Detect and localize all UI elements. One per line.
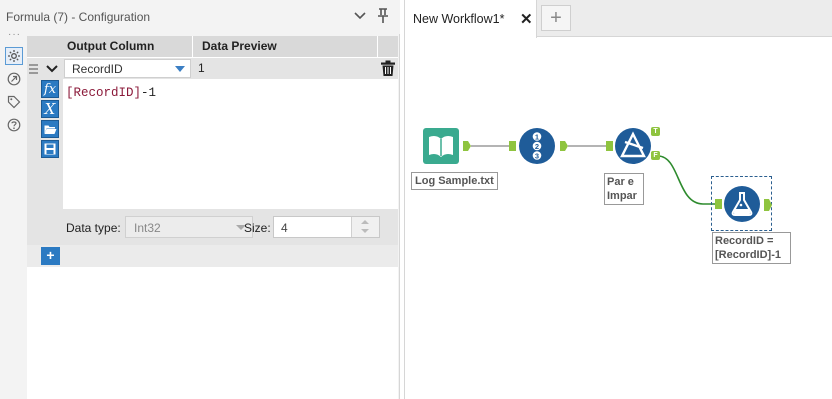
- false-anchor[interactable]: F: [651, 151, 660, 160]
- config-header: Formula (7) - Configuration: [0, 0, 400, 34]
- formula-row[interactable]: RecordID 1: [27, 57, 398, 79]
- data-type-row: Data type: Int32 Size: 4: [27, 209, 398, 245]
- spin-down-icon[interactable]: [361, 229, 369, 233]
- configuration-panel: Formula (7) - Configuration ··· Output C…: [0, 0, 400, 399]
- filter-tool-label: Par e Impar: [604, 173, 644, 205]
- variable-icon[interactable]: X: [41, 100, 59, 118]
- pin-icon[interactable]: [375, 8, 391, 24]
- data-preview-header: Data Preview: [202, 39, 277, 53]
- trash-icon[interactable]: [380, 60, 396, 77]
- app-root: Formula (7) - Configuration ··· Output C…: [0, 0, 832, 399]
- recordid-tool[interactable]: 1 2 3: [518, 127, 556, 165]
- size-stepper[interactable]: 4: [273, 216, 380, 238]
- input-tool-label: Log Sample.txt: [411, 172, 498, 190]
- add-formula-button[interactable]: +: [41, 247, 60, 265]
- config-title: Formula (7) - Configuration: [6, 10, 151, 24]
- help-icon[interactable]: [5, 116, 23, 134]
- workflow-canvas[interactable]: New Workflow1* ✕ + Log Sample.txt 1 2 3 …: [404, 0, 832, 399]
- function-icon[interactable]: fx: [41, 80, 59, 98]
- spin-buttons[interactable]: [351, 217, 379, 237]
- input-anchor-icon[interactable]: [715, 199, 722, 209]
- annotation-icon[interactable]: [5, 70, 23, 88]
- header-separator: [377, 36, 378, 57]
- data-type-label: Data type:: [66, 221, 121, 235]
- expression-text: [RecordID]-1: [66, 86, 156, 100]
- book-icon: [423, 128, 459, 164]
- true-anchor[interactable]: T: [651, 127, 660, 136]
- data-type-value: Int32: [134, 221, 161, 235]
- output-column-value: RecordID: [72, 62, 123, 76]
- grid-header: Output Column Data Preview: [27, 36, 398, 57]
- configuration-icon[interactable]: [5, 47, 23, 65]
- output-anchor-icon[interactable]: [560, 141, 568, 151]
- output-anchor-icon[interactable]: [463, 141, 471, 151]
- rail-dots: ···: [8, 29, 21, 40]
- open-folder-icon[interactable]: [41, 120, 59, 138]
- data-type-select[interactable]: Int32: [125, 216, 253, 238]
- dropdown-arrow-icon: [175, 66, 185, 72]
- expression-editor[interactable]: [RecordID]-1: [63, 79, 398, 209]
- expression-number: 1: [148, 86, 157, 100]
- collapse-chevron-icon[interactable]: [41, 58, 63, 80]
- input-anchor-icon[interactable]: [509, 141, 516, 151]
- header-separator: [192, 36, 193, 57]
- formula-tool[interactable]: [723, 185, 761, 223]
- svg-text:1: 1: [535, 132, 539, 141]
- flask-icon: [724, 186, 760, 222]
- drag-handle-icon[interactable]: [27, 58, 40, 80]
- data-preview-value: 1: [198, 61, 205, 75]
- spin-up-icon[interactable]: [361, 220, 369, 224]
- filter-icon: [615, 128, 651, 164]
- size-value: 4: [281, 221, 288, 235]
- formula-toolbar: fx X: [27, 79, 63, 209]
- numbered-list-icon: 1 2 3: [519, 128, 555, 164]
- filter-tool[interactable]: [614, 127, 652, 165]
- input-tool[interactable]: [423, 128, 459, 164]
- expression-field: [RecordID]: [66, 86, 142, 100]
- chevron-down-icon[interactable]: [352, 8, 368, 24]
- formula-grid: Output Column Data Preview RecordID 1 fx…: [27, 36, 398, 399]
- output-anchor-icon[interactable]: [764, 199, 772, 211]
- expression-operator: -: [141, 86, 149, 100]
- output-column-header: Output Column: [67, 39, 155, 53]
- tag-icon[interactable]: [5, 93, 23, 111]
- save-icon[interactable]: [41, 140, 59, 158]
- side-rail: ···: [0, 29, 26, 399]
- output-column-select[interactable]: RecordID: [64, 59, 191, 78]
- svg-text:2: 2: [535, 142, 539, 151]
- formula-tool-label: RecordID = [RecordID]-1: [712, 232, 791, 264]
- size-label: Size:: [244, 221, 271, 235]
- svg-text:3: 3: [535, 151, 539, 160]
- input-anchor-icon[interactable]: [606, 141, 613, 151]
- add-row: +: [27, 245, 398, 267]
